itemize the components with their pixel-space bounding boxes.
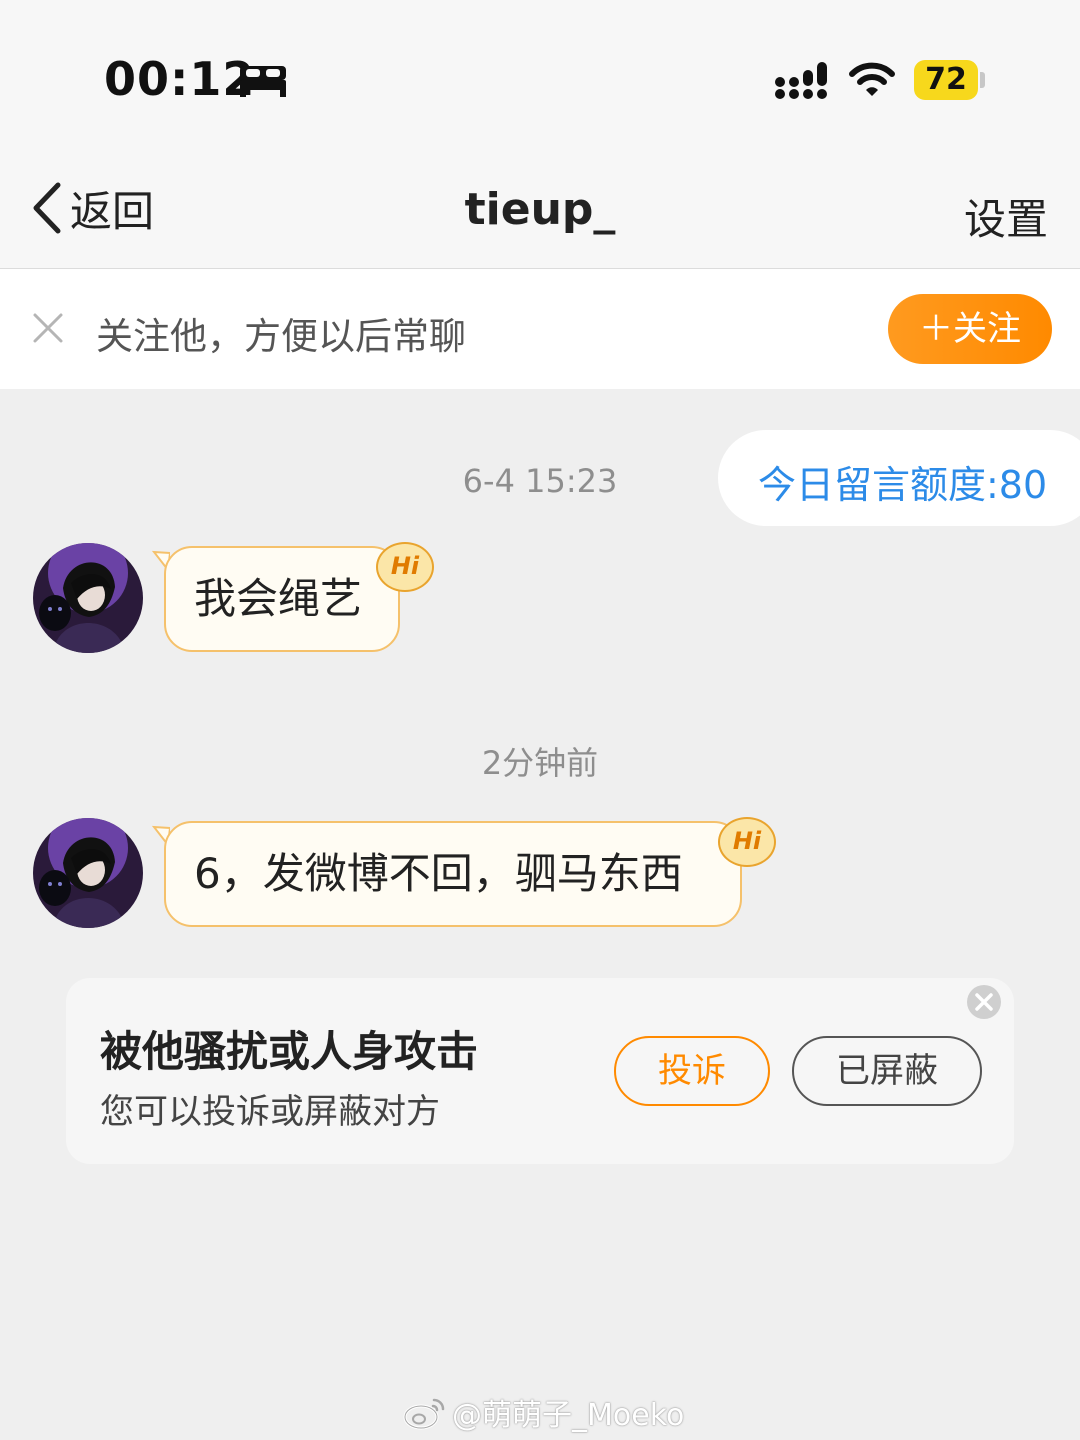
hi-badge: Hi xyxy=(718,817,776,867)
close-icon[interactable] xyxy=(32,312,64,344)
follow-prompt: 关注他，方便以后常聊 xyxy=(96,315,466,358)
message-timestamp: 2分钟前 xyxy=(481,744,599,782)
message-text: 我会绳艺 xyxy=(194,574,363,623)
weibo-logo-icon xyxy=(403,1398,445,1430)
message-text: 6，发微博不回，驷马东西 xyxy=(194,849,683,898)
page-title: tieup_ xyxy=(464,184,616,235)
battery-cap xyxy=(980,72,985,88)
close-circle-icon[interactable] xyxy=(966,984,1002,1020)
chevron-left-icon xyxy=(33,182,61,234)
hi-badge: Hi xyxy=(376,542,434,592)
back-label: 返回 xyxy=(70,186,155,236)
follow-button[interactable]: ＋关注 xyxy=(888,294,1052,364)
back-button[interactable]: 返回 xyxy=(30,178,170,238)
blocked-button[interactable]: 已屏蔽 xyxy=(792,1036,982,1106)
card-subtitle: 您可以投诉或屏蔽对方 xyxy=(100,1092,440,1132)
avatar[interactable] xyxy=(33,818,143,928)
watermark: @萌萌子_Moeko xyxy=(402,1392,685,1433)
status-time: 00:12 xyxy=(104,52,256,106)
battery-indicator: 72 xyxy=(914,60,978,100)
message-bubble[interactable]: 我会绳艺 xyxy=(164,546,400,652)
settings-button[interactable]: 设置 xyxy=(964,186,1048,247)
card-title: 被他骚扰或人身攻击 xyxy=(100,1027,479,1076)
nav-bar: 返回 tieup_ 设置 xyxy=(0,150,1080,269)
report-button[interactable]: 投诉 xyxy=(614,1036,770,1106)
wifi-icon xyxy=(849,62,895,96)
signal-icon xyxy=(775,62,827,99)
watermark-text: @萌萌子_Moeko xyxy=(452,1398,685,1433)
message-timestamp: 6-4 15:23 xyxy=(462,462,618,500)
bed-icon xyxy=(240,66,286,97)
message-bubble[interactable]: 6，发微博不回，驷马东西 xyxy=(164,821,742,927)
avatar[interactable] xyxy=(33,543,143,653)
